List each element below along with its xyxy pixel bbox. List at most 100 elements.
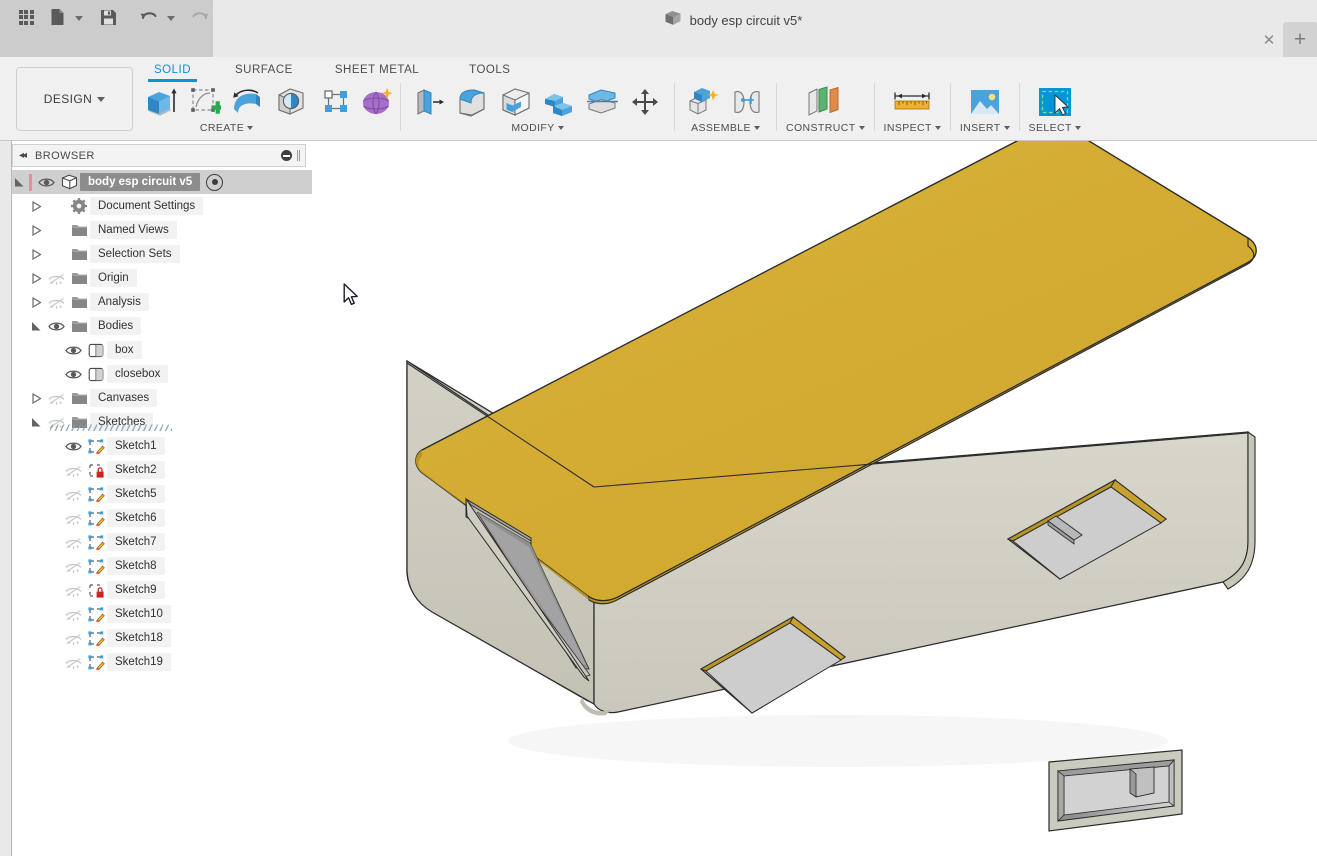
measure-icon[interactable]: [889, 82, 935, 122]
visibility-eye-icon[interactable]: [61, 362, 85, 386]
new-tab-label: +: [1293, 28, 1307, 51]
tab-tools[interactable]: TOOLS: [455, 60, 524, 80]
tree-row[interactable]: Sketches: [12, 410, 312, 434]
visibility-eye-off-icon[interactable]: [61, 602, 85, 626]
ribbon-group-construct: CONSTRUCT: [780, 81, 871, 137]
folder-icon: [68, 410, 90, 434]
visibility-eye-off-icon[interactable]: [61, 506, 85, 530]
activate-component-radio[interactable]: [206, 173, 224, 191]
inspect-group-dropdown[interactable]: INSPECT: [884, 122, 941, 134]
move-copy-icon[interactable]: [625, 82, 665, 122]
tree-row[interactable]: Origin: [12, 266, 312, 290]
visibility-eye-off-icon[interactable]: [44, 386, 68, 410]
app-grid-icon[interactable]: [12, 4, 40, 30]
tree-row[interactable]: Sketch8: [12, 554, 312, 578]
visibility-eye-icon[interactable]: [44, 314, 68, 338]
tree-row[interactable]: Selection Sets: [12, 242, 312, 266]
visibility-eye-off-icon[interactable]: [61, 626, 85, 650]
visibility-eye-off-icon[interactable]: [61, 578, 85, 602]
document-tab[interactable]: body esp circuit v5*: [213, 0, 1253, 57]
visibility-eye-off-icon[interactable]: [61, 458, 85, 482]
visibility-eye-off-icon[interactable]: [44, 410, 68, 434]
twisty-collapsed-icon[interactable]: [29, 194, 44, 218]
tree-row[interactable]: Sketch2: [12, 458, 312, 482]
undo-icon[interactable]: [135, 4, 163, 30]
tree-row[interactable]: Sketch19: [12, 650, 312, 674]
visibility-eye-off-icon[interactable]: [61, 650, 85, 674]
modify-group-dropdown[interactable]: MODIFY: [511, 122, 564, 134]
browser-header: ◂◂ BROWSER: [12, 144, 306, 167]
workspace-switcher-button[interactable]: DESIGN: [16, 67, 133, 131]
visibility-eye-off-icon[interactable]: [44, 266, 68, 290]
twisty-collapsed-icon[interactable]: [29, 386, 44, 410]
twisty-collapsed-icon[interactable]: [29, 290, 44, 314]
browser-minimize-icon[interactable]: [281, 150, 292, 161]
twisty-expanded-icon[interactable]: [12, 170, 27, 194]
tree-row[interactable]: Sketch10: [12, 602, 312, 626]
visibility-eye-off-icon[interactable]: [61, 554, 85, 578]
tree-row[interactable]: Bodies: [12, 314, 312, 338]
tree-row[interactable]: Sketch7: [12, 530, 312, 554]
tree-row[interactable]: Sketch9: [12, 578, 312, 602]
insert-image-icon[interactable]: [963, 82, 1007, 122]
new-file-caret-icon[interactable]: [75, 16, 83, 21]
visibility-eye-icon[interactable]: [34, 170, 58, 194]
create-group-dropdown[interactable]: CREATE: [200, 122, 254, 134]
visibility-eye-off-icon[interactable]: [61, 482, 85, 506]
tree-row[interactable]: Sketch5: [12, 482, 312, 506]
twisty-collapsed-icon[interactable]: [29, 242, 44, 266]
sketch-icon: [85, 434, 107, 458]
insert-group-dropdown[interactable]: INSERT: [960, 122, 1010, 134]
select-group-dropdown[interactable]: SELECT: [1029, 122, 1081, 134]
joint-icon[interactable]: [727, 82, 767, 122]
tree-row[interactable]: Document Settings: [12, 194, 312, 218]
fillet-icon[interactable]: [453, 82, 493, 122]
twisty-collapsed-icon[interactable]: [29, 218, 44, 242]
tree-row[interactable]: closebox: [12, 362, 312, 386]
visibility-eye-off-icon[interactable]: [44, 290, 68, 314]
port-right-side: [1048, 749, 1183, 832]
pattern-icon[interactable]: [317, 82, 357, 122]
tree-row[interactable]: Named Views: [12, 218, 312, 242]
tree-row[interactable]: box: [12, 338, 312, 362]
new-component-icon[interactable]: [684, 82, 724, 122]
browser-resize-grip[interactable]: [297, 150, 301, 161]
tab-solid[interactable]: SOLID: [140, 60, 205, 82]
split-body-icon[interactable]: [582, 82, 622, 122]
twisty-placeholder: [46, 338, 61, 362]
collapse-browser-icon[interactable]: ◂◂: [19, 150, 27, 161]
tree-row-root[interactable]: body esp circuit v5: [12, 170, 312, 194]
redo-icon[interactable]: [186, 4, 214, 30]
tree-row[interactable]: Sketch1: [12, 434, 312, 458]
visibility-eye-icon[interactable]: [61, 338, 85, 362]
new-tab-button[interactable]: +: [1283, 22, 1317, 57]
tab-sheet-metal[interactable]: SHEET METAL: [321, 60, 433, 80]
new-file-icon[interactable]: [43, 4, 71, 30]
select-icon[interactable]: [1033, 82, 1077, 122]
shell-icon[interactable]: [496, 82, 536, 122]
tree-row[interactable]: Sketch6: [12, 506, 312, 530]
tree-row[interactable]: Sketch18: [12, 626, 312, 650]
press-pull-icon[interactable]: [410, 82, 450, 122]
create-sketch-icon[interactable]: [185, 82, 225, 122]
twisty-expanded-icon[interactable]: [29, 410, 44, 434]
construct-group-dropdown[interactable]: CONSTRUCT: [786, 122, 865, 134]
tree-row[interactable]: Canvases: [12, 386, 312, 410]
extrude-icon[interactable]: [142, 82, 182, 122]
tab-surface[interactable]: SURFACE: [221, 60, 307, 80]
3d-viewport[interactable]: [318, 141, 1317, 856]
twisty-collapsed-icon[interactable]: [29, 266, 44, 290]
visibility-eye-icon[interactable]: [61, 434, 85, 458]
save-icon[interactable]: [94, 4, 122, 30]
undo-caret-icon[interactable]: [167, 16, 175, 21]
tree-row[interactable]: Analysis: [12, 290, 312, 314]
visibility-eye-off-icon[interactable]: [61, 530, 85, 554]
sweep-icon[interactable]: [271, 82, 311, 122]
create-form-icon[interactable]: [357, 82, 397, 122]
assemble-group-dropdown[interactable]: ASSEMBLE: [691, 122, 760, 134]
close-tab-button[interactable]: ✕: [1260, 32, 1278, 50]
offset-plane-icon[interactable]: [801, 82, 849, 122]
combine-icon[interactable]: [539, 82, 579, 122]
revolve-icon[interactable]: [228, 82, 268, 122]
twisty-expanded-icon[interactable]: [29, 314, 44, 338]
